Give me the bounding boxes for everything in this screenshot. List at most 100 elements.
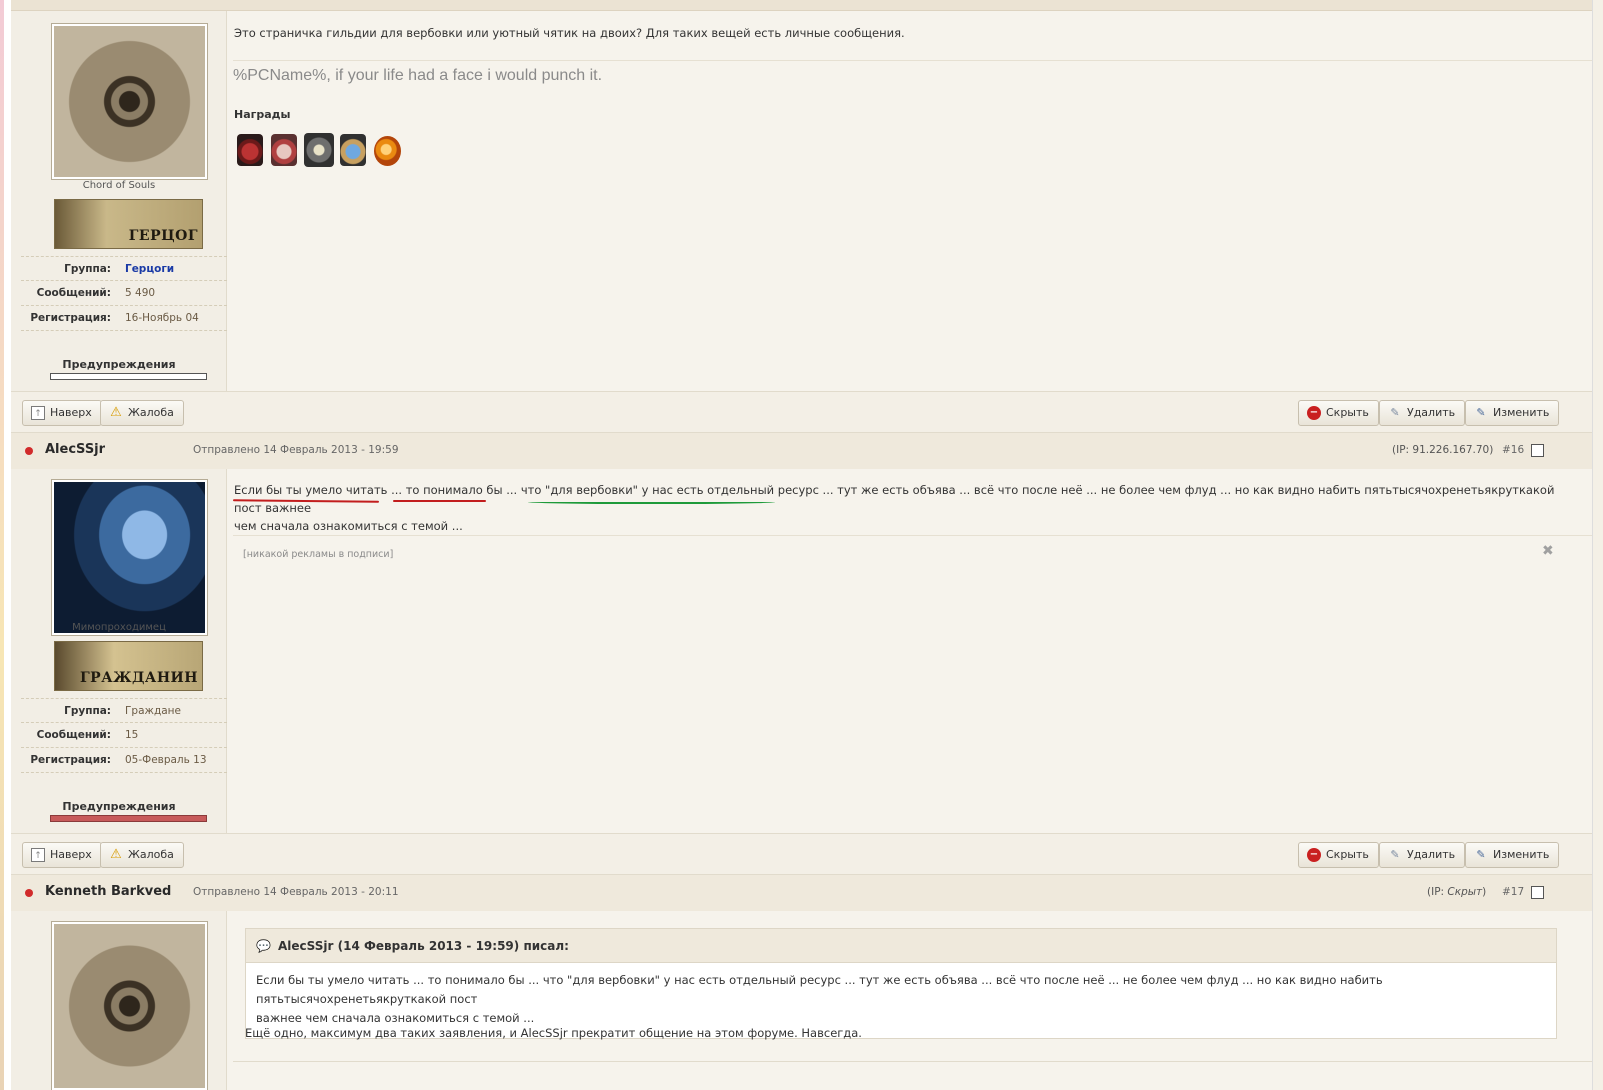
edit-button[interactable]: ✎ Изменить (1465, 842, 1560, 868)
scrollbar[interactable] (1592, 0, 1603, 1090)
reg-value: 16-Ноябрь 04 (125, 312, 199, 324)
report-button[interactable]: ⚠ Жалоба (100, 400, 184, 426)
posts-label: Сообщений: (36, 287, 111, 299)
hide-button[interactable]: − Скрыть (1298, 842, 1379, 868)
posts-label: Сообщений: (36, 729, 111, 741)
post1-signature-divider (233, 60, 1592, 61)
group-label: Группа: (64, 263, 111, 275)
delete-button[interactable]: ✎ Удалить (1379, 842, 1466, 868)
award-medal-icon[interactable] (340, 134, 366, 166)
post2-number[interactable]: #16 (1502, 444, 1524, 456)
page-up-icon: ↑ (31, 848, 45, 862)
award-star-icon[interactable] (304, 133, 334, 167)
post1-awards-label: Награды (234, 108, 291, 121)
delete-label: Удалить (1407, 406, 1456, 419)
post3-author[interactable]: Kenneth Barkved (45, 884, 171, 899)
post3-header: Kenneth Barkved Отправлено 14 Февраль 20… (11, 875, 1592, 911)
quote-bubble-icon: 💬 (256, 939, 271, 953)
posts-value: 5 490 (125, 287, 156, 299)
post1-username: Chord of Souls (82, 180, 156, 191)
minus-circle-icon: − (1307, 848, 1321, 862)
post1-warnings-label: Предупреждения (62, 358, 176, 371)
edit-button[interactable]: ✎ Изменить (1465, 400, 1560, 426)
post1-warnings-bar (50, 373, 207, 380)
post1-actions-bar: ↑ Наверх ⚠ Жалоба − Скрыть ✎ Удалить ✎ Измени… (11, 391, 1592, 433)
posts-value: 15 (125, 729, 139, 741)
hide-label: Скрыть (1326, 406, 1369, 419)
offline-status-icon (25, 889, 33, 897)
top-label: Наверх (50, 848, 92, 861)
post2-username: Мимопроходимец (72, 622, 166, 633)
post2-select-checkbox[interactable] (1531, 444, 1544, 457)
post-top-edge (11, 0, 1592, 11)
post2-author[interactable]: AlecSSjr (45, 442, 105, 457)
edit-label: Изменить (1493, 406, 1550, 419)
post3-avatar[interactable] (51, 921, 208, 1090)
post3-select-checkbox[interactable] (1531, 886, 1544, 899)
post2-body-line1: Если бы ты умело читать ... то понимало … (234, 483, 1555, 515)
post2-header: AlecSSjr Отправлено 14 Февраль 2013 - 19… (11, 433, 1592, 469)
post2-ad-note: [никакой рекламы в подписи] (243, 549, 394, 560)
post3-date: Отправлено 14 Февраль 2013 - 20:11 (193, 886, 399, 898)
group-value[interactable]: Герцоги (125, 263, 174, 275)
post1-reg-row: Регистрация: 16-Ноябрь 04 (21, 306, 227, 331)
post1-avatar[interactable] (51, 23, 208, 180)
report-button[interactable]: ⚠ Жалоба (100, 842, 184, 868)
post2-group-row: Группа: Граждане (21, 698, 227, 723)
award-amber-icon[interactable] (374, 136, 401, 166)
post2-body: Если бы ты умело читать ... то понимало … (234, 481, 1574, 535)
forum-posts-area: Chord of Souls ГЕРЦОГ Группа: Герцоги Соо… (11, 0, 1592, 1090)
post1-body: Это страничка гильдии для вербовки или у… (234, 26, 905, 40)
post2-rank-image: ГРАЖДАНИН (54, 641, 203, 691)
report-label: Жалоба (128, 406, 174, 419)
edit-icon: ✎ (1476, 848, 1486, 861)
quote-header-text: AlecSSjr (14 Февраль 2013 - 19:59) писал… (278, 939, 569, 953)
post1-group-row: Группа: Герцоги (21, 256, 227, 281)
report-label: Жалоба (128, 848, 174, 861)
post1-rank-text: ГЕРЦОГ (128, 228, 198, 244)
quote-line1: Если бы ты умело читать ... то понимало … (256, 973, 1383, 1006)
post3-ip: (IP: Скрыт) (1427, 886, 1486, 898)
close-icon[interactable]: ✖ (1542, 543, 1554, 559)
delete-button[interactable]: ✎ Удалить (1379, 400, 1466, 426)
red-underline-mark (393, 500, 486, 502)
edit-label: Изменить (1493, 848, 1550, 861)
quote-header: 💬 AlecSSjr (14 Февраль 2013 - 19:59) писа… (246, 929, 1556, 963)
offline-status-icon (25, 447, 33, 455)
reg-label: Регистрация: (30, 754, 111, 766)
hide-button[interactable]: − Скрыть (1298, 400, 1379, 426)
post2-signature-divider (233, 535, 1592, 536)
warning-icon: ⚠ (110, 847, 122, 862)
reg-label: Регистрация: (30, 312, 111, 324)
delete-label: Удалить (1407, 848, 1456, 861)
post2-posts-row: Сообщений: 15 (21, 723, 227, 748)
post2-warnings-bar (50, 815, 207, 822)
group-label: Группа: (64, 705, 111, 717)
post3-reply-text: Ещё одно, максимум два таких заявления, … (245, 1026, 862, 1040)
post3-quote-block: 💬 AlecSSjr (14 Февраль 2013 - 19:59) писа… (245, 928, 1557, 1039)
post2-reg-row: Регистрация: 05-Февраль 13 (21, 748, 227, 773)
page-up-icon: ↑ (31, 406, 45, 420)
delete-icon: ✎ (1390, 406, 1400, 419)
post2-warnings-label: Предупреждения (62, 800, 176, 813)
top-button[interactable]: ↑ Наверх (22, 842, 102, 868)
top-label: Наверх (50, 406, 92, 419)
post2-date: Отправлено 14 Февраль 2013 - 19:59 (193, 444, 399, 456)
top-button[interactable]: ↑ Наверх (22, 400, 102, 426)
group-value[interactable]: Граждане (125, 705, 181, 717)
minus-circle-icon: − (1307, 406, 1321, 420)
post2-ip[interactable]: (IP: 91.226.167.70) (1392, 444, 1493, 456)
post1-posts-row: Сообщений: 5 490 (21, 281, 227, 306)
post1-signature: %PCName%, if your life had a face i woul… (233, 67, 603, 84)
warning-icon: ⚠ (110, 405, 122, 420)
ip-hidden-value: Скрыт (1447, 886, 1483, 898)
post3-signature-divider (233, 1061, 1592, 1062)
post2-body-line2: чем сначала ознакомиться с темой ... (234, 519, 463, 533)
post3-number[interactable]: #17 (1502, 886, 1524, 898)
award-medal-icon[interactable] (271, 134, 297, 166)
post2-actions-bar: ↑ Наверх ⚠ Жалоба − Скрыть ✎ Удалить ✎ Измени… (11, 833, 1592, 875)
award-medal-icon[interactable] (237, 134, 263, 166)
hide-label: Скрыть (1326, 848, 1369, 861)
post2-avatar[interactable] (51, 479, 208, 636)
post1-rank-image: ГЕРЦОГ (54, 199, 203, 249)
